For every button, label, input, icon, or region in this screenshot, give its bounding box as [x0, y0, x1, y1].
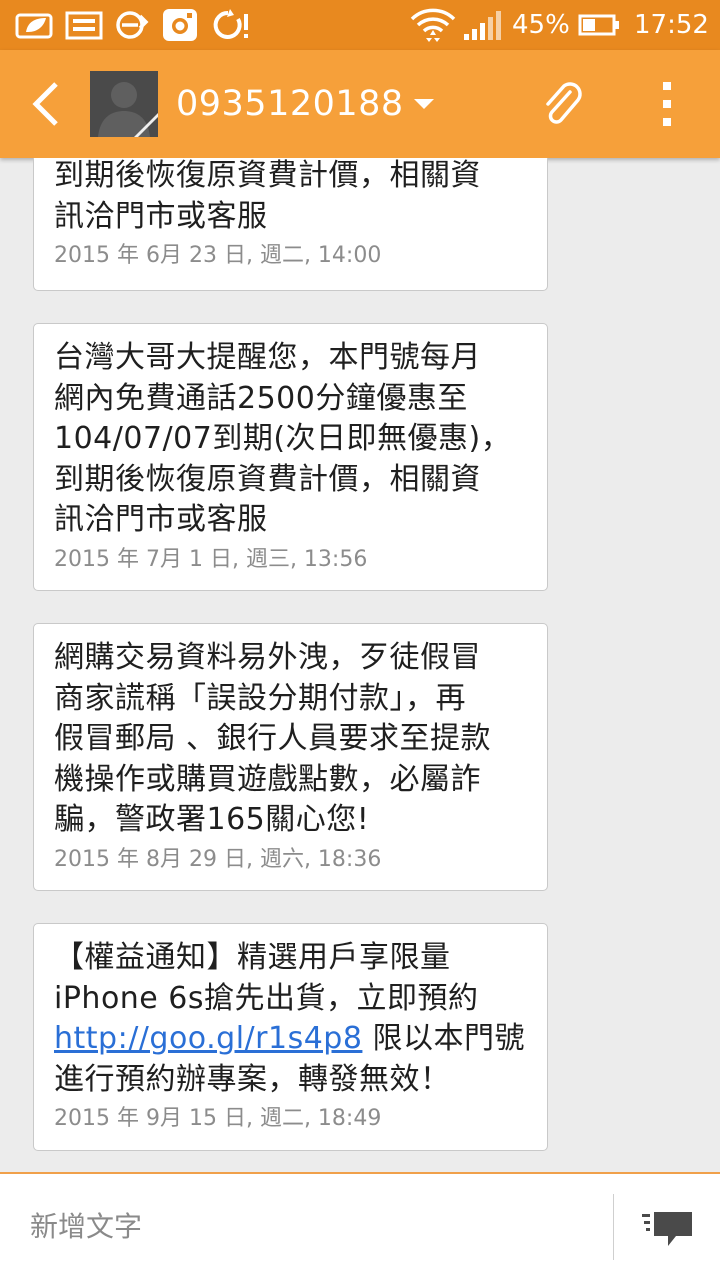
status-time: 17:52	[634, 10, 709, 40]
message-link[interactable]: http://goo.gl/r1s4p8	[54, 1021, 362, 1056]
message-timestamp: 2015 年 8月 29 日, 週六, 18:36	[54, 846, 382, 872]
composer-divider	[613, 1194, 614, 1260]
image-notification-icon	[65, 11, 103, 40]
instagram-icon	[163, 9, 197, 41]
message-text: 台灣大哥大提醒您，本門號每月 網內免費通話2500分鐘優惠至 104/07/07…	[54, 340, 512, 537]
message-bubble[interactable]: 台灣大哥大提醒您，本門號每月 網內免費通話2500分鐘優惠至 104/07/07…	[33, 323, 548, 591]
message-bubble[interactable]: 網購交易資料易外洩，歹徒假冒 商家謊稱「誤設分期付款」，再 假冒郵局 、銀行人員…	[33, 623, 548, 891]
composer-bar	[0, 1172, 720, 1280]
battery-percent: 45%	[512, 10, 570, 40]
overflow-menu-icon[interactable]	[648, 76, 688, 132]
contact-number: 0935120188	[176, 84, 404, 124]
message-timestamp: 2015 年 7月 1 日, 週三, 13:56	[54, 546, 368, 572]
message-text: 到期後恢復原資費計價，相關資 訊洽門市或客服	[54, 158, 481, 234]
message-text: 【權益通知】精選用戶享限量 iPhone 6s搶先出貨，立即預約 http://…	[54, 938, 531, 1100]
sync-error-icon	[213, 9, 248, 39]
back-arrow-icon[interactable]	[22, 78, 72, 130]
message-bubble[interactable]: 到期後恢復原資費計價，相關資 訊洽門市或客服 2015 年 6月 23 日, 週…	[33, 158, 548, 291]
message-list[interactable]: 到期後恢復原資費計價，相關資 訊洽門市或客服 2015 年 6月 23 日, 週…	[0, 158, 720, 1172]
message-timestamp: 2015 年 9月 15 日, 週二, 18:49	[54, 1106, 382, 1131]
contact-avatar[interactable]	[90, 71, 158, 137]
contact-selector[interactable]: 0935120188	[176, 80, 434, 128]
message-timestamp: 2015 年 6月 23 日, 週二, 14:00	[54, 243, 382, 268]
message-text-part: 【權益通知】精選用戶享限量 iPhone 6s搶先出貨，立即預約	[54, 940, 479, 1016]
status-bar: 45% 17:52	[0, 0, 720, 50]
sync-notification-icon	[116, 11, 149, 39]
battery-icon	[578, 14, 619, 36]
app-bar: 0935120188	[0, 50, 720, 158]
message-text: 網購交易資料易外洩，歹徒假冒 商家謊稱「誤設分期付款」，再 假冒郵局 、銀行人員…	[54, 640, 492, 837]
message-bubble[interactable]: 【權益通知】精選用戶享限量 iPhone 6s搶先出貨，立即預約 http://…	[33, 923, 548, 1151]
message-input[interactable]	[0, 1174, 612, 1278]
paperclip-icon[interactable]	[540, 80, 586, 128]
person-silhouette-icon	[90, 71, 158, 137]
wifi-icon	[410, 8, 456, 42]
chevron-down-icon	[413, 99, 434, 109]
leaf-notification-icon	[15, 13, 53, 39]
signal-icon	[464, 11, 501, 40]
send-message-icon[interactable]	[640, 1206, 696, 1250]
